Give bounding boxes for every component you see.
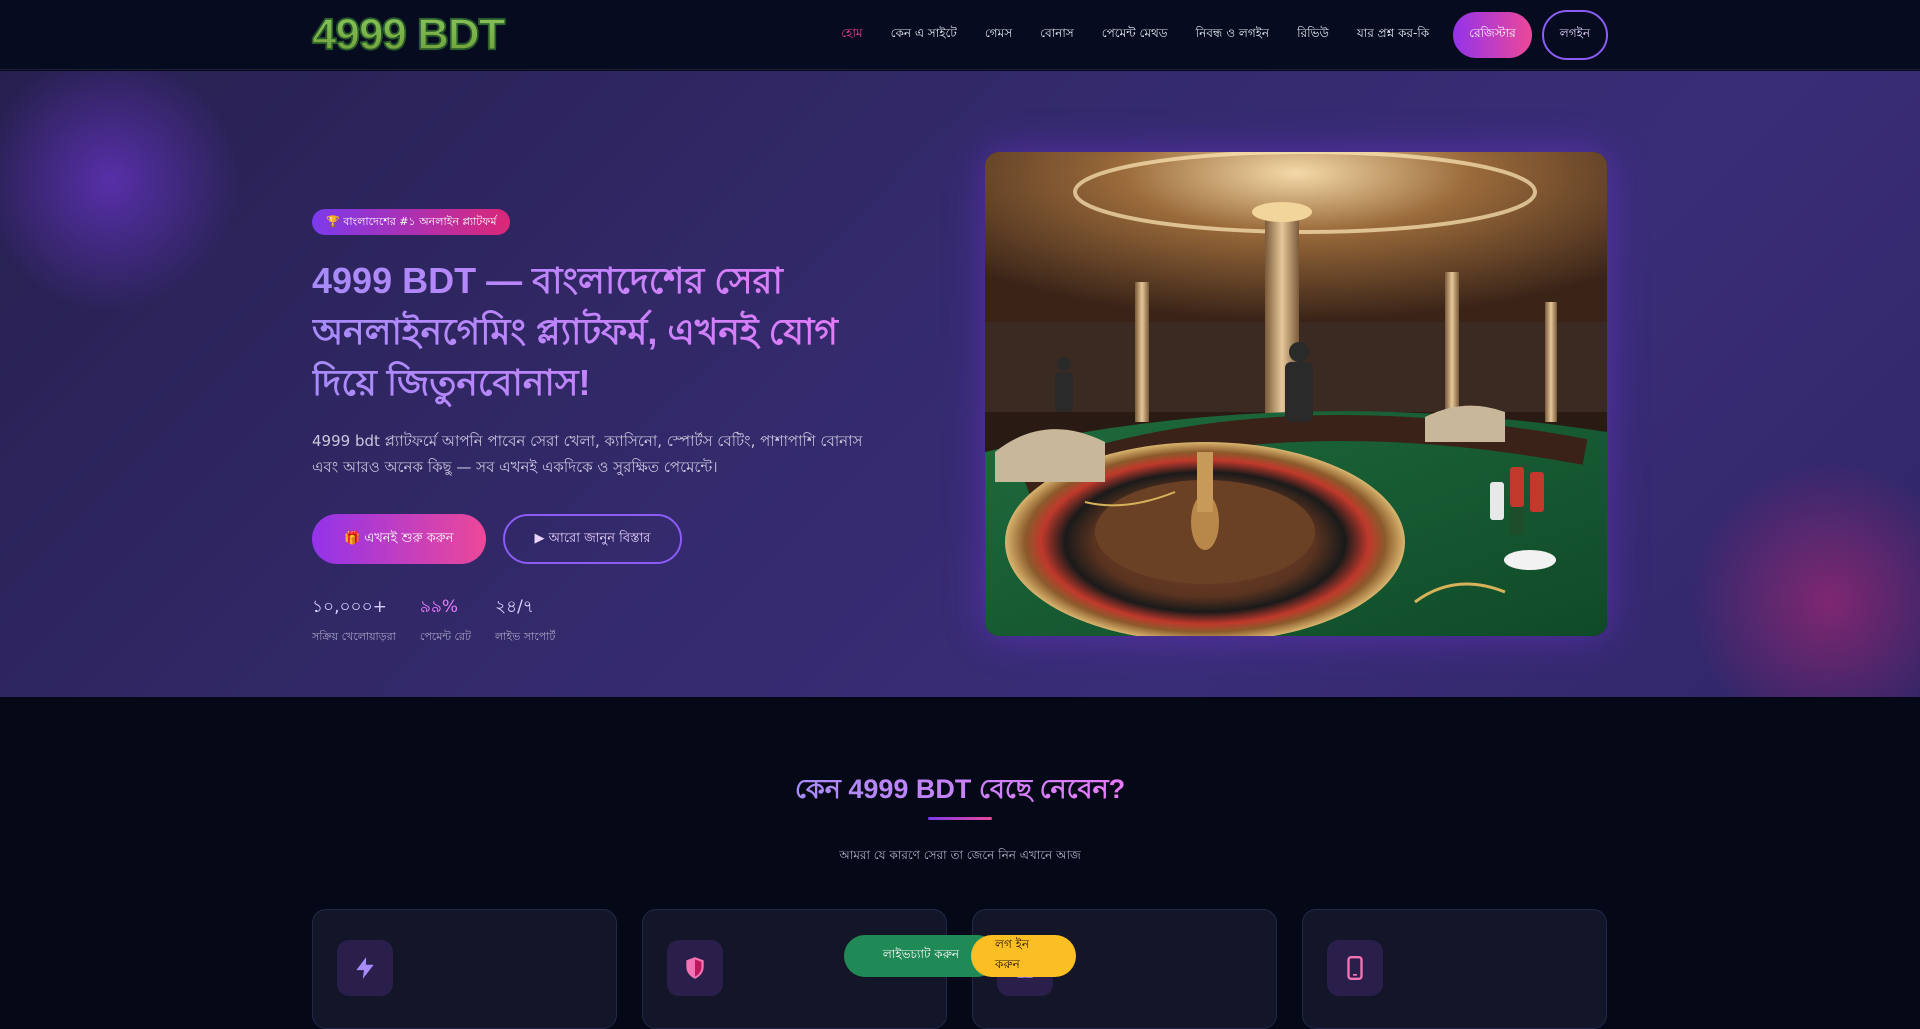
nav-item-why[interactable]: কেন এ সাইটে xyxy=(877,25,971,45)
section-title-wrap: কেন 4999 BDT বেছে নেবেন? xyxy=(0,769,1920,814)
register-button[interactable]: রেজিস্টার xyxy=(1453,12,1532,58)
hero-badge: 🏆 বাংলাদেশের #১ অনলাইন প্ল্যাটফর্ম xyxy=(312,209,511,235)
mobile-icon xyxy=(1327,940,1383,996)
casino-illustration xyxy=(985,152,1607,636)
nav-item-games[interactable]: গেমস xyxy=(971,25,1026,45)
stat-label: পেমেন্ট রেট xyxy=(419,630,471,643)
section-title: কেন 4999 BDT বেছে নেবেন? xyxy=(794,774,1126,804)
hero-content: 🏆 বাংলাদেশের #১ অনলাইন প্ল্যাটফর্ম 4999 … xyxy=(312,209,892,647)
lightning-icon xyxy=(337,940,393,996)
login-button[interactable]: লগইন xyxy=(1541,10,1608,60)
hero-title: 4999 BDT — বাংলাদেশের সেরা অনলাইনগেমিং প… xyxy=(312,255,892,408)
hero-casino-image xyxy=(985,152,1607,636)
floating-login-button[interactable]: লগ ইন করুন xyxy=(971,935,1076,977)
section-subtitle: আমরা যে কারণে সেরা তা জেনে নিন এখানে আজ xyxy=(839,848,1081,862)
hero-description: 4999 bdt প্ল্যাটফর্মে আপনি পাবেন সেরা খে… xyxy=(312,432,863,476)
nav-item-faq[interactable]: যার প্রশ্ন কর-কি xyxy=(1343,25,1443,45)
shield-icon xyxy=(667,940,723,996)
stat-value: ৯৯% xyxy=(419,597,459,617)
start-now-button[interactable]: 🎁 এখনই শুরু করুন xyxy=(312,514,486,564)
hero-stats: ১০,০০০+ সক্রিয় খেলোয়াড়রা ৯৯% পেমেন্ট … xyxy=(312,594,892,647)
stat-label: সক্রিয় খেলোয়াড়রা xyxy=(312,630,396,643)
feature-card xyxy=(1302,909,1607,1029)
nav-item-reviews[interactable]: রিভিউ xyxy=(1283,25,1343,45)
stat-support: ২৪/৭ লাইভ সাপোর্ট xyxy=(495,594,555,647)
section-underline xyxy=(928,817,992,820)
stat-label: লাইভ সাপোর্ট xyxy=(494,630,556,643)
nav-item-bonus[interactable]: বোনাস xyxy=(1026,25,1088,45)
feature-card xyxy=(312,909,617,1029)
nav-item-register-login[interactable]: নিবন্ধ ও লগইন xyxy=(1182,25,1283,45)
stat-value: ২৪/৭ xyxy=(494,597,534,617)
site-logo[interactable]: 4999 BDT xyxy=(311,9,506,60)
nav-item-home[interactable]: হোম xyxy=(827,25,876,45)
hero-actions: 🎁 এখনই শুরু করুন ▶ আরো জানুন বিস্তার xyxy=(312,514,892,564)
hero-section: 🏆 বাংলাদেশের #১ অনলাইন প্ল্যাটফর্ম 4999 … xyxy=(0,71,1920,697)
stat-payment: ৯৯% পেমেন্ট রেট xyxy=(420,594,471,647)
main-nav: হোম কেন এ সাইটে গেমস বোনাস পেমেন্ট মেথড … xyxy=(827,10,1608,60)
learn-more-button[interactable]: ▶ আরো জানুন বিস্তার xyxy=(502,514,683,564)
stat-value: ১০,০০০+ xyxy=(312,597,387,617)
nav-item-payment[interactable]: পেমেন্ট মেথড xyxy=(1088,25,1182,45)
stat-players: ১০,০০০+ সক্রিয় খেলোয়াড়রা xyxy=(312,594,396,647)
site-header: 4999 BDT হোম কেন এ সাইটে গেমস বোনাস পেমে… xyxy=(0,0,1920,70)
